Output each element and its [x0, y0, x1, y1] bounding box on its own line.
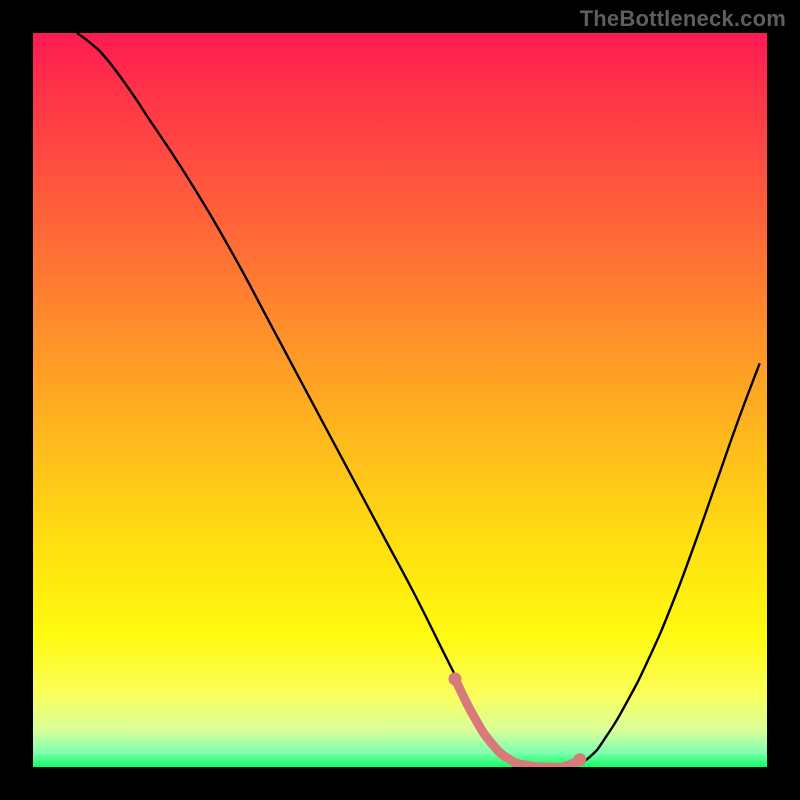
bottleneck-curve [33, 33, 767, 767]
chart-frame: TheBottleneck.com [0, 0, 800, 800]
trough-highlight [449, 672, 587, 767]
trough-path [455, 679, 580, 767]
trough-endpoint [449, 672, 462, 685]
watermark: TheBottleneck.com [580, 6, 786, 32]
curve-path [77, 33, 760, 767]
trough-endpoint [573, 753, 586, 766]
plot-area [33, 33, 767, 767]
